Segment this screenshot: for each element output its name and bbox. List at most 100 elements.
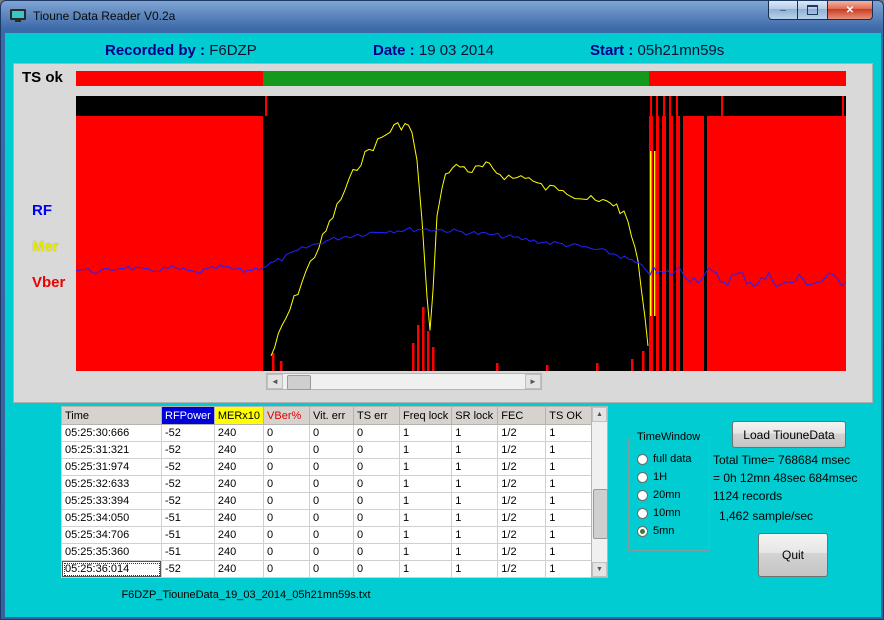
table-cell[interactable]: 1 [546,476,594,493]
table-cell[interactable]: -52 [162,561,215,578]
time-window-option-10mn[interactable]: 10mn [637,504,692,522]
table-cell[interactable]: 1 [400,425,452,442]
table-cell[interactable]: 1 [546,561,594,578]
table-cell[interactable]: 240 [214,459,263,476]
table-cell[interactable]: -52 [162,442,215,459]
vscroll-thumb[interactable] [593,489,608,539]
table-cell[interactable]: -52 [162,425,215,442]
column-header-ts-err[interactable]: TS err [354,407,400,425]
radio-icon[interactable] [637,490,648,501]
table-cell[interactable]: 1 [400,476,452,493]
table-cell[interactable]: 1 [452,561,498,578]
table-cell[interactable]: 1 [400,510,452,527]
table-cell[interactable]: 1/2 [498,510,546,527]
quit-button[interactable]: Quit [758,533,828,577]
table-cell[interactable]: -51 [162,544,215,561]
table-cell[interactable]: 0 [264,442,310,459]
table-cell[interactable]: 1/2 [498,527,546,544]
radio-icon[interactable] [637,526,648,537]
time-window-option-20mn[interactable]: 20mn [637,486,692,504]
table-cell[interactable]: 1 [546,442,594,459]
table-cell[interactable]: 0 [264,425,310,442]
table-cell[interactable]: 1 [452,476,498,493]
table-cell[interactable]: 1 [546,425,594,442]
table-cell[interactable]: 1 [452,425,498,442]
table-cell[interactable]: 240 [214,544,263,561]
table-cell[interactable]: 240 [214,476,263,493]
column-header-merx10[interactable]: MERx10 [214,407,263,425]
scroll-up-arrow-icon[interactable]: ▲ [592,407,607,422]
table-vertical-scrollbar[interactable]: ▲ ▼ [591,406,608,578]
table-cell[interactable]: 240 [214,561,263,578]
table-cell[interactable]: 05:25:32:633 [62,476,162,493]
table-cell[interactable]: 1/2 [498,442,546,459]
table-cell[interactable]: 1 [452,527,498,544]
table-cell[interactable]: 0 [310,459,354,476]
table-cell[interactable]: 240 [214,442,263,459]
table-cell[interactable]: 0 [264,527,310,544]
maximize-button[interactable] [798,1,827,20]
table-cell[interactable]: 240 [214,527,263,544]
table-cell[interactable]: 1 [452,544,498,561]
table-cell[interactable]: 1 [400,561,452,578]
table-cell[interactable]: 1 [452,459,498,476]
table-cell[interactable]: 0 [264,561,310,578]
table-cell[interactable]: -51 [162,510,215,527]
table-cell[interactable]: 0 [310,527,354,544]
time-window-option-1h[interactable]: 1H [637,468,692,486]
table-cell[interactable]: 0 [310,442,354,459]
radio-icon[interactable] [637,454,648,465]
table-cell[interactable]: 1/2 [498,459,546,476]
table-cell[interactable]: 0 [264,544,310,561]
table-cell[interactable]: 240 [214,510,263,527]
column-header-vit-err[interactable]: Vit. err [310,407,354,425]
chart-horizontal-scrollbar[interactable]: ◄ ► [266,373,542,390]
column-header-fec[interactable]: FEC [498,407,546,425]
hscroll-thumb[interactable] [287,375,311,390]
table-cell[interactable]: 1 [546,459,594,476]
table-cell[interactable]: 1 [400,527,452,544]
time-window-option-5mn[interactable]: 5mn [637,522,692,540]
column-header-freq-lock[interactable]: Freq lock [400,407,452,425]
table-cell[interactable]: 05:25:30:666 [62,425,162,442]
table-cell[interactable]: 1 [452,510,498,527]
table-cell[interactable]: 0 [310,561,354,578]
table-cell[interactable]: 1 [546,510,594,527]
load-tiounedata-button[interactable]: Load TiouneData [732,421,846,448]
table-cell[interactable]: 0 [310,544,354,561]
table-cell[interactable]: 1 [400,544,452,561]
table-cell[interactable]: 0 [354,544,400,561]
table-cell[interactable]: 05:25:35:360 [62,544,162,561]
table-cell[interactable]: 1/2 [498,561,546,578]
minimize-button[interactable]: – [768,1,798,20]
titlebar[interactable]: Tioune Data Reader V0.2a – ✕ [1,1,883,33]
table-cell[interactable]: 05:25:31:974 [62,459,162,476]
table-cell[interactable]: 0 [310,493,354,510]
table-cell[interactable]: 0 [354,561,400,578]
table-cell[interactable]: 1 [400,459,452,476]
table-cell[interactable]: 0 [264,510,310,527]
table-cell[interactable]: 0 [354,510,400,527]
radio-icon[interactable] [637,472,648,483]
table-cell[interactable]: 0 [354,527,400,544]
table-cell[interactable]: 0 [354,425,400,442]
table-cell[interactable]: 1 [452,442,498,459]
table-cell[interactable]: -52 [162,459,215,476]
table-cell[interactable]: 0 [310,425,354,442]
scroll-left-arrow-icon[interactable]: ◄ [267,374,283,389]
table-cell[interactable]: 1 [452,493,498,510]
time-window-option-full-data[interactable]: full data [637,450,692,468]
table-cell[interactable]: 1 [546,493,594,510]
table-cell[interactable]: 0 [354,442,400,459]
table-cell[interactable]: 1/2 [498,544,546,561]
table-cell[interactable]: 0 [354,459,400,476]
column-header-ts-ok[interactable]: TS OK [546,407,594,425]
table-cell[interactable]: 0 [310,510,354,527]
table-cell[interactable]: 1 [400,493,452,510]
table-cell[interactable]: 05:25:36:014 [62,561,162,578]
table-cell[interactable]: 0 [354,476,400,493]
table-cell[interactable]: 0 [264,476,310,493]
column-header-vber-[interactable]: VBer% [264,407,310,425]
table-cell[interactable]: 0 [264,459,310,476]
table-cell[interactable]: 05:25:33:394 [62,493,162,510]
